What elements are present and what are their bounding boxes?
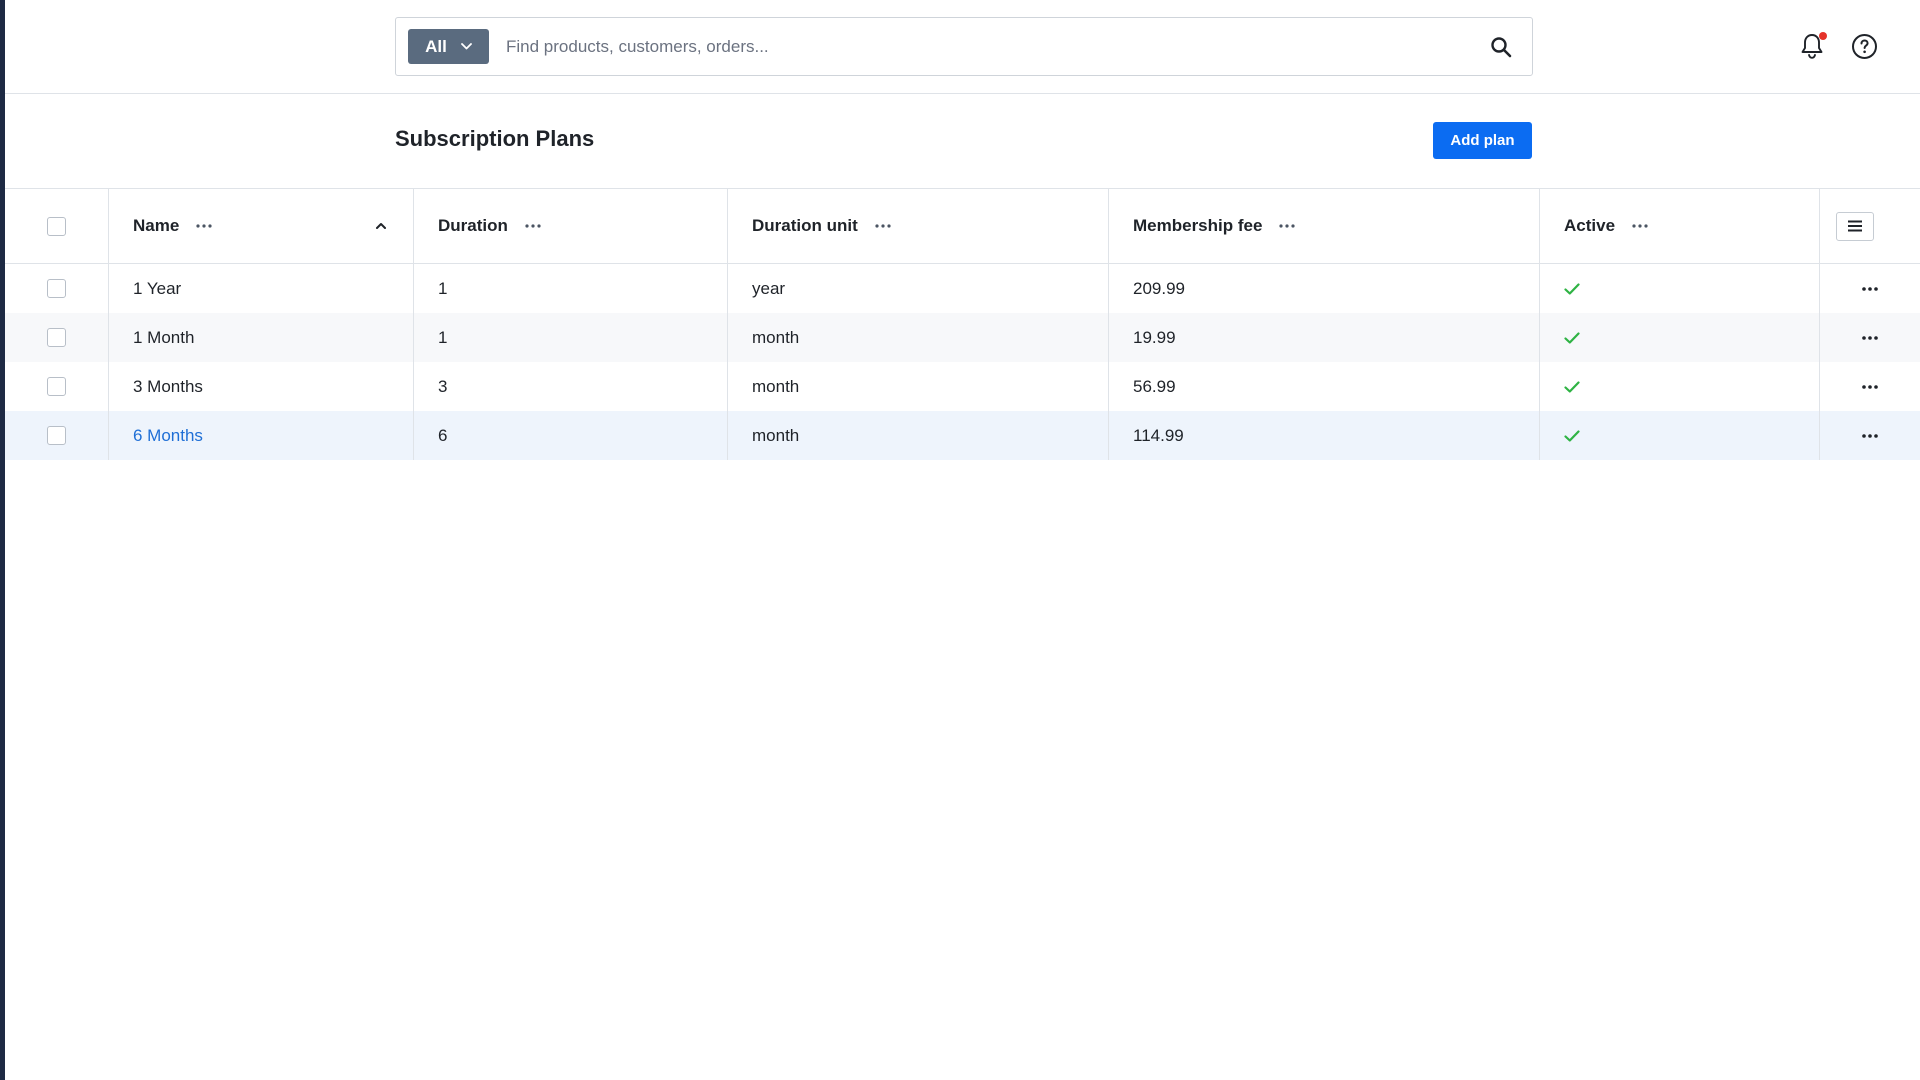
column-options-button[interactable]	[1631, 217, 1649, 235]
table-row[interactable]: 1 Year 1 year 209.99	[5, 264, 1920, 313]
plan-name-link[interactable]: 6 Months	[133, 426, 203, 446]
check-icon	[1564, 331, 1580, 344]
row-select-cell	[5, 264, 109, 313]
row-checkbox[interactable]	[47, 328, 66, 347]
plans-table: Name Duration Duration unit Membership f…	[5, 188, 1920, 460]
column-header-membership-fee[interactable]: Membership fee	[1109, 189, 1540, 263]
row-select-cell	[5, 362, 109, 411]
help-icon	[1852, 34, 1877, 59]
row-checkbox[interactable]	[47, 426, 66, 445]
sort-ascending-icon[interactable]	[375, 220, 387, 232]
top-bar: All	[5, 0, 1920, 94]
column-header-active[interactable]: Active	[1540, 189, 1820, 263]
page-title: Subscription Plans	[395, 126, 595, 151]
notifications-button[interactable]	[1799, 32, 1827, 62]
column-menu-cell	[1820, 189, 1920, 263]
search-icon	[1491, 37, 1512, 58]
notification-badge	[1819, 32, 1827, 40]
window-edge	[0, 0, 5, 1080]
more-horizontal-icon	[196, 224, 212, 228]
search-scope-dropdown[interactable]: All	[408, 29, 489, 64]
cell-name[interactable]: 3 Months	[109, 362, 414, 411]
cell-membership-fee: 19.99	[1109, 313, 1540, 362]
column-options-button[interactable]	[1278, 217, 1296, 235]
column-header-label: Name	[133, 216, 180, 235]
cell-name[interactable]: 1 Month	[109, 313, 414, 362]
cell-duration: 6	[414, 411, 728, 460]
row-actions-button[interactable]	[1858, 279, 1882, 299]
row-actions-cell	[1820, 264, 1920, 313]
column-menu-icon	[1848, 220, 1862, 232]
column-options-button[interactable]	[195, 217, 213, 235]
cell-name[interactable]: 6 Months	[109, 411, 414, 460]
cell-duration: 1	[414, 313, 728, 362]
more-horizontal-icon	[1632, 224, 1648, 228]
cell-duration: 1	[414, 264, 728, 313]
table-row[interactable]: 1 Month 1 month 19.99	[5, 313, 1920, 362]
help-button[interactable]	[1851, 33, 1879, 61]
more-horizontal-icon	[1862, 286, 1878, 291]
cell-duration-unit: month	[728, 362, 1109, 411]
cell-active	[1540, 264, 1820, 313]
more-horizontal-icon	[875, 224, 891, 228]
add-plan-button[interactable]: Add plan	[1433, 122, 1532, 159]
row-checkbox[interactable]	[47, 377, 66, 396]
more-horizontal-icon	[1862, 433, 1878, 438]
table-row[interactable]: 3 Months 3 month 56.99	[5, 362, 1920, 411]
column-header-duration[interactable]: Duration	[414, 189, 728, 263]
row-actions-cell	[1820, 362, 1920, 411]
column-header-duration-unit[interactable]: Duration unit	[728, 189, 1109, 263]
row-actions-cell	[1820, 411, 1920, 460]
check-icon	[1564, 429, 1580, 442]
cell-active	[1540, 411, 1820, 460]
row-select-cell	[5, 411, 109, 460]
table-header-row: Name Duration Duration unit Membership f…	[5, 189, 1920, 264]
check-icon	[1564, 282, 1580, 295]
cell-duration-unit: year	[728, 264, 1109, 313]
column-header-label: Duration	[438, 216, 508, 235]
select-all-cell	[5, 189, 109, 263]
cell-duration-unit: month	[728, 313, 1109, 362]
cell-active	[1540, 362, 1820, 411]
column-header-label: Membership fee	[1133, 216, 1263, 235]
more-horizontal-icon	[1862, 384, 1878, 389]
row-actions-button[interactable]	[1858, 426, 1882, 446]
more-horizontal-icon	[525, 224, 541, 228]
cell-active	[1540, 313, 1820, 362]
more-horizontal-icon	[1862, 335, 1878, 340]
column-header-name[interactable]: Name	[109, 189, 414, 263]
row-checkbox[interactable]	[47, 279, 66, 298]
column-menu-button[interactable]	[1836, 211, 1874, 241]
column-options-button[interactable]	[524, 217, 542, 235]
global-search: All	[395, 17, 1533, 76]
search-scope-label: All	[425, 36, 447, 56]
cell-membership-fee: 209.99	[1109, 264, 1540, 313]
row-actions-button[interactable]	[1858, 377, 1882, 397]
search-button[interactable]	[1488, 34, 1514, 60]
row-select-cell	[5, 313, 109, 362]
cell-duration-unit: month	[728, 411, 1109, 460]
cell-duration: 3	[414, 362, 728, 411]
cell-name[interactable]: 1 Year	[109, 264, 414, 313]
row-actions-button[interactable]	[1858, 328, 1882, 348]
search-input[interactable]	[506, 30, 1466, 64]
chevron-down-icon	[460, 43, 472, 50]
select-all-checkbox[interactable]	[47, 216, 66, 236]
more-horizontal-icon	[1279, 224, 1296, 228]
table-row[interactable]: 6 Months 6 month 114.99	[5, 411, 1920, 460]
row-actions-cell	[1820, 313, 1920, 362]
column-header-label: Duration unit	[752, 216, 858, 235]
cell-membership-fee: 56.99	[1109, 362, 1540, 411]
check-icon	[1564, 380, 1580, 393]
cell-membership-fee: 114.99	[1109, 411, 1540, 460]
column-header-label: Active	[1564, 216, 1616, 235]
column-options-button[interactable]	[874, 217, 892, 235]
